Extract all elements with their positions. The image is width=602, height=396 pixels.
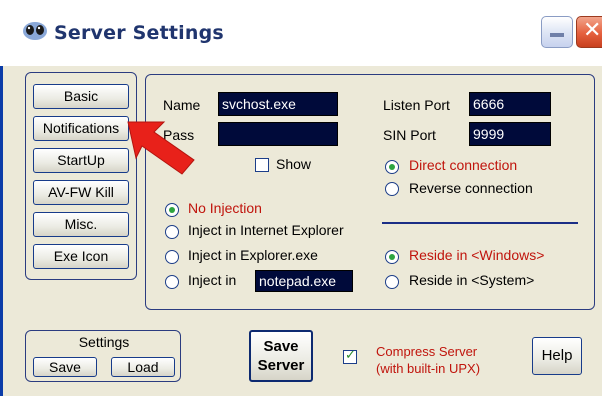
direct-connection-label: Direct connection xyxy=(409,157,518,173)
close-button[interactable]: ✕ xyxy=(576,16,602,48)
name-field[interactable]: svchost.exe xyxy=(218,92,338,116)
inject-ie-radio[interactable] xyxy=(165,225,179,239)
show-password-checkbox[interactable] xyxy=(255,158,269,172)
no-injection-radio[interactable] xyxy=(165,203,179,217)
compress-server-checkbox[interactable] xyxy=(343,347,357,364)
minimize-button[interactable] xyxy=(541,16,573,48)
inject-explorer-label: Inject in Explorer.exe xyxy=(188,247,318,263)
window-title: Server Settings xyxy=(54,22,224,44)
settings-group-title: Settings xyxy=(78,334,130,350)
reverse-connection-label: Reverse connection xyxy=(409,180,533,196)
save-server-line2: Server xyxy=(257,357,305,374)
tab-exe-icon[interactable]: Exe Icon xyxy=(33,244,129,269)
reside-system-radio[interactable] xyxy=(385,275,399,289)
tab-av-fw-kill[interactable]: AV-FW Kill xyxy=(33,180,129,205)
window-frame xyxy=(0,66,3,396)
no-injection-label: No Injection xyxy=(188,200,262,216)
tab-misc[interactable]: Misc. xyxy=(33,212,129,237)
save-server-button[interactable]: Save Server xyxy=(249,330,313,382)
inject-explorer-radio[interactable] xyxy=(165,250,179,264)
listen-port-field[interactable]: 6666 xyxy=(469,92,551,116)
help-button[interactable]: Help xyxy=(532,337,582,375)
alien-icon xyxy=(22,20,48,42)
sin-port-label: SIN Port xyxy=(383,127,436,143)
close-icon: ✕ xyxy=(583,18,602,43)
show-label: Show xyxy=(276,156,312,172)
compress-line2: (with built-in UPX) xyxy=(376,361,481,376)
compress-line1: Compress Server xyxy=(376,344,478,359)
red-arrow-icon xyxy=(114,108,204,178)
settings-load-button[interactable]: Load xyxy=(111,357,175,377)
sin-port-field[interactable]: 9999 xyxy=(469,122,551,146)
tab-basic[interactable]: Basic xyxy=(33,84,129,109)
reside-windows-radio[interactable] xyxy=(385,250,399,264)
inject-in-radio[interactable] xyxy=(165,275,179,289)
reverse-connection-radio[interactable] xyxy=(385,182,399,196)
settings-save-button[interactable]: Save xyxy=(33,357,97,377)
inject-process-field[interactable]: notepad.exe xyxy=(255,270,353,292)
direct-connection-radio[interactable] xyxy=(385,160,399,174)
settings-group: Settings Save Load xyxy=(25,330,181,382)
reside-windows-label: Reside in <Windows> xyxy=(409,247,545,263)
listen-port-label: Listen Port xyxy=(383,97,450,113)
reside-system-label: Reside in <System> xyxy=(409,272,535,288)
inject-in-label: Inject in xyxy=(188,272,237,288)
save-server-line1: Save xyxy=(263,338,299,355)
inject-ie-label: Inject in Internet Explorer xyxy=(188,222,344,238)
compress-server-label: Compress Server (with built-in UPX) xyxy=(376,343,480,377)
divider xyxy=(382,222,578,224)
pass-field[interactable] xyxy=(218,122,338,146)
